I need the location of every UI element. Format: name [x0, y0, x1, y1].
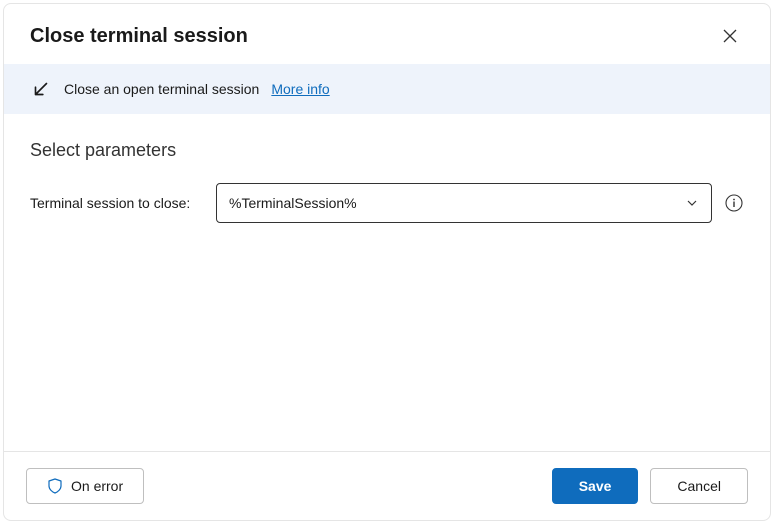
- info-icon: [725, 194, 743, 212]
- shield-icon: [47, 478, 63, 494]
- info-description: Close an open terminal session: [64, 81, 259, 97]
- param-info-button[interactable]: [724, 193, 744, 213]
- chevron-down-icon: [685, 196, 699, 210]
- footer-actions: Save Cancel: [552, 468, 748, 504]
- more-info-link[interactable]: More info: [271, 81, 329, 97]
- save-button[interactable]: Save: [552, 468, 639, 504]
- on-error-button[interactable]: On error: [26, 468, 144, 504]
- close-terminal-session-dialog: Close terminal session Close an open ter…: [3, 3, 771, 521]
- section-title: Select parameters: [30, 140, 744, 161]
- info-bar: Close an open terminal session More info: [4, 64, 770, 114]
- close-button[interactable]: [716, 22, 744, 50]
- dialog-header: Close terminal session: [4, 4, 770, 64]
- terminal-close-icon: [30, 78, 52, 100]
- param-label: Terminal session to close:: [30, 195, 204, 211]
- param-row: Terminal session to close: %TerminalSess…: [30, 183, 744, 223]
- dialog-content: Select parameters Terminal session to cl…: [4, 114, 770, 451]
- on-error-label: On error: [71, 478, 123, 494]
- cancel-button[interactable]: Cancel: [650, 468, 748, 504]
- dialog-title: Close terminal session: [30, 25, 248, 48]
- dropdown-value: %TerminalSession%: [229, 195, 357, 211]
- close-icon: [723, 29, 737, 43]
- terminal-session-dropdown[interactable]: %TerminalSession%: [216, 183, 712, 223]
- dialog-footer: On error Save Cancel: [4, 451, 770, 520]
